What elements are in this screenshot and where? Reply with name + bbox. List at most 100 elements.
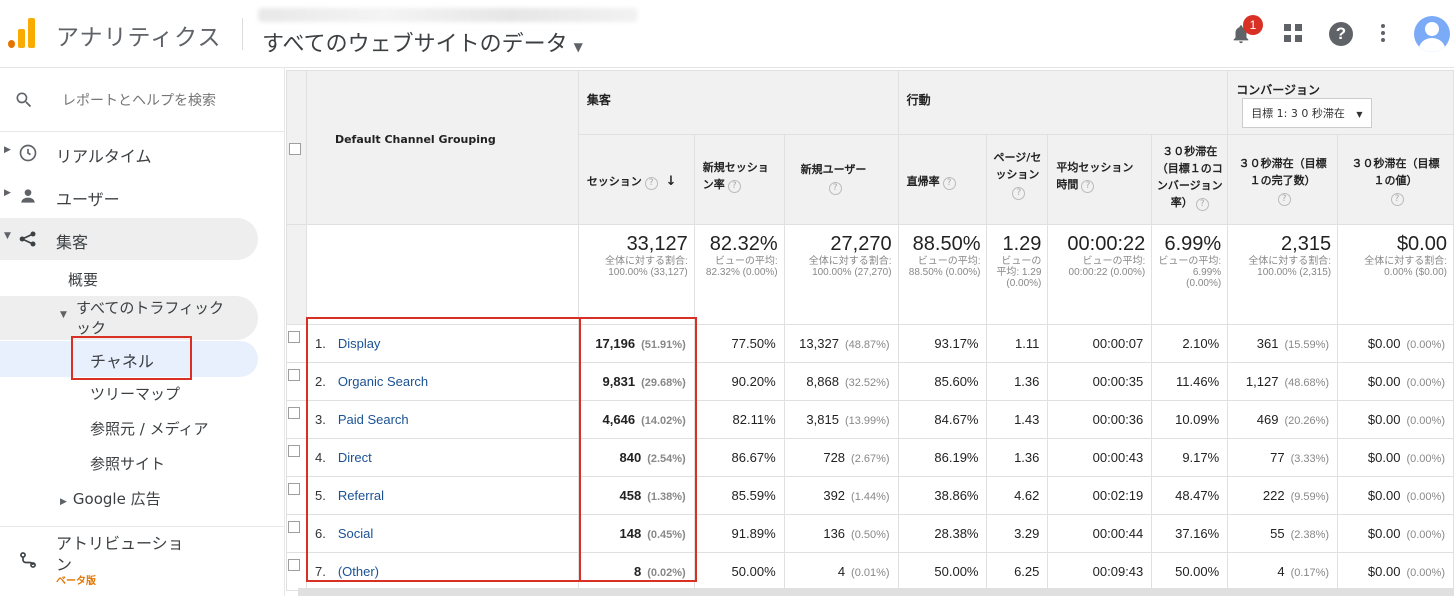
caret-down-icon: ▼ [1356,110,1363,119]
conversion-rate-cell: 37.16% [1151,514,1229,553]
sidebar-item-acquisition[interactable]: ▼ 集客 [0,218,258,260]
col-header-new-users[interactable]: 新規ユーザー? [783,134,899,225]
goal-value-pct: (0.00%) [1406,453,1445,465]
property-selector[interactable]: すべてのウェブサイトのデータ ▼ [262,26,583,58]
goal-value: $0.00 [1367,336,1401,351]
help-icon[interactable]: ? [1195,198,1209,211]
help-icon[interactable]: ? [644,177,658,190]
sidebar-item-label: アトリビューショ [56,534,184,553]
person-icon [21,189,35,203]
new-users-cell: 8,868 (32.52%) [783,362,899,401]
pages-per-session-cell: 6.25 [986,552,1049,591]
completions-cell: 4 (0.17%) [1227,552,1339,591]
sidebar-item-treemap[interactable]: ツリーマップ [90,383,180,404]
sidebar-item-label: Google 広告 [72,490,161,508]
col-header-goal1-value[interactable]: ３０秒滞在（目標１の値）? [1337,134,1454,225]
completions-pct: (3.33%) [1290,453,1330,465]
total-note: ビューの平均: 1.29 (0.00%) [996,256,1042,289]
avatar[interactable] [1414,16,1450,52]
help-icon[interactable]: ? [942,177,956,190]
sidebar-item-label: 集客 [56,233,89,252]
sidebar-search[interactable]: レポートとヘルプを検索 [0,68,285,132]
avg-duration-value: 00:00:36 [1092,412,1144,427]
goal-select[interactable]: 目標 1: 3 0 秒滞在 ▼ [1242,98,1372,128]
row-checkbox[interactable] [288,331,300,343]
select-all-cell [286,70,307,225]
col-header-pages-per-session[interactable]: ページ/セッション? [986,134,1049,225]
new-users-pct: (48.87%) [844,339,890,351]
row-checkbox[interactable] [288,445,300,457]
conversion-rate-value: 50.00% [1175,564,1220,579]
completions-value: 469 [1256,412,1279,427]
sidebar-item-users[interactable]: ▶ ユーザー [0,175,258,217]
help-icon[interactable]: ? [727,180,741,193]
header-divider [242,18,243,50]
col-header-bounce-rate[interactable]: 直帰率? [897,134,988,225]
bounce-rate-cell: 93.17% [897,324,988,363]
new-session-rate-cell: 90.20% [693,362,785,401]
conversion-rate-cell: 48.47% [1151,476,1229,515]
help-icon[interactable]: ? [1277,193,1291,206]
avg-duration-cell: 00:00:35 [1047,362,1153,401]
col-header-avg-duration[interactable]: 平均セッション時間? [1047,134,1153,225]
sidebar: レポートとヘルプを検索 ▶ リアルタイム ▶ ユーザー ▼ 集客 概要 ▼ すべ… [0,68,285,596]
avg-duration-value: 00:09:43 [1092,564,1144,579]
sidebar-item-google-ads[interactable]: ▶ Google 広告 [60,488,161,509]
help-icon[interactable]: ? [1329,22,1353,46]
new-session-rate-value: 50.00% [731,564,776,579]
total-note: 全体に対する割合: 100.00% (33,127) [604,256,688,278]
select-all-checkbox[interactable] [288,142,301,155]
sidebar-item-referrals[interactable]: 参照サイト [90,453,165,474]
conversion-rate-value: 37.16% [1175,526,1220,541]
analytics-logo-icon[interactable] [8,16,38,48]
goal-value: $0.00 [1367,488,1401,503]
total-cell: 00:00:22 ビューの平均: 00:00:22 (0.00%) [1047,224,1153,325]
bounce-rate-cell: 86.19% [897,438,988,477]
completions-pct: (2.38%) [1290,529,1330,541]
clock-icon [19,144,37,162]
conversion-rate-cell: 11.46% [1151,362,1229,401]
goal-value-cell: $0.00 (0.00%) [1337,476,1454,515]
row-checkbox[interactable] [288,407,300,419]
col-header-sessions[interactable]: セッション? ↓ [577,134,695,225]
more-vert-icon[interactable] [1380,24,1386,44]
col-header-goal1-conv-rate[interactable]: ３０秒滞在（目標１のコンバージョン率）? [1151,134,1229,225]
help-icon[interactable]: ? [1012,187,1026,200]
sidebar-item-attribution[interactable]: アトリビューショ ン [0,530,258,578]
attribution-icon [20,552,36,568]
goal-value: $0.00 [1367,374,1401,389]
help-icon[interactable]: ? [828,182,842,195]
dimension-header[interactable]: Default Channel Grouping [305,70,579,225]
account-name-blurred[interactable] [258,8,638,22]
completions-value: 77 [1270,450,1285,465]
property-name: すべてのウェブサイトのデータ [262,32,568,57]
help-icon[interactable]: ? [1081,180,1095,193]
new-session-rate-cell: 86.67% [693,438,785,477]
dimension-header-label: Default Channel Grouping [334,133,496,146]
sidebar-item-overview[interactable]: 概要 [68,269,98,290]
new-users-cell: 13,327 (48.87%) [783,324,899,363]
apps-grid-icon[interactable] [1284,24,1302,42]
goal-value-pct: (0.00%) [1406,567,1445,579]
sidebar-item-source-medium[interactable]: 参照元 / メディア [90,418,209,439]
total-cell: 33,127 全体に対する割合: 100.00% (33,127) [577,224,695,325]
row-checkbox[interactable] [288,483,300,495]
completions-cell: 77 (3.33%) [1227,438,1339,477]
help-icon[interactable]: ? [1390,193,1404,206]
sidebar-item-all-traffic[interactable]: ▼ すべてのトラフィック ック [0,296,258,340]
new-users-value: 392 [823,488,846,503]
new-users-value: 728 [823,450,846,465]
new-users-pct: (32.52%) [844,377,890,389]
row-checkbox[interactable] [288,521,300,533]
sidebar-item-realtime[interactable]: ▶ リアルタイム [0,132,258,174]
row-checkbox[interactable] [288,559,300,571]
completions-pct: (15.59%) [1284,339,1330,351]
sidebar-item-label-cont: ック [76,319,107,337]
goal-value-cell: $0.00 (0.00%) [1337,514,1454,553]
row-checkbox[interactable] [288,369,300,381]
horizontal-scrollbar[interactable] [298,588,1454,596]
pages-per-session-cell: 1.43 [986,400,1049,439]
new-session-rate-cell: 77.50% [693,324,785,363]
col-header-new-session-rate[interactable]: 新規セッション率? [693,134,785,225]
col-header-goal1-completions[interactable]: ３０秒滞在（目標１の完了数）? [1227,134,1339,225]
